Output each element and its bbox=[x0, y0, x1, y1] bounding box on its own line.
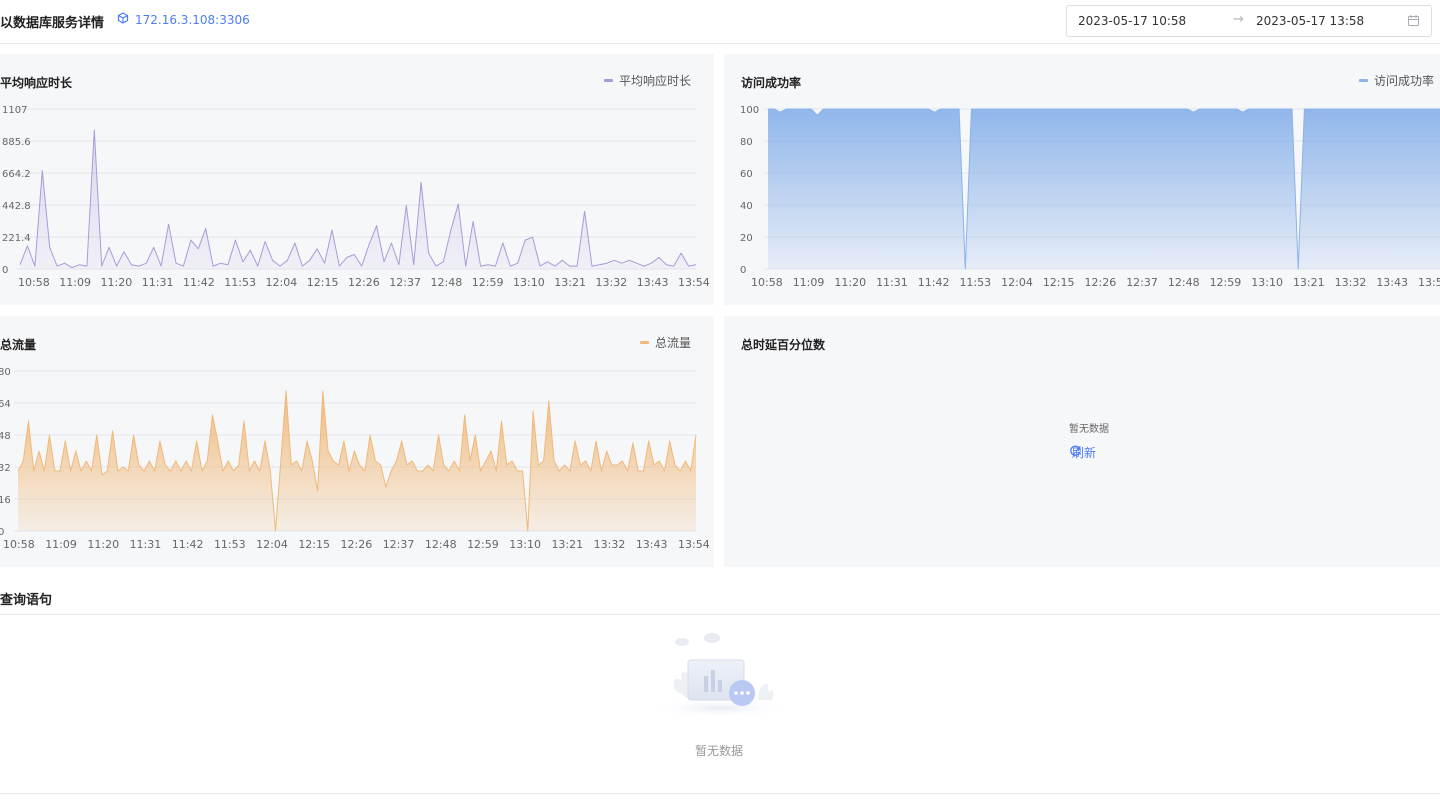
x-tick-label: 12:48 bbox=[1168, 276, 1200, 289]
y-tick-label: 40 bbox=[740, 201, 753, 212]
x-tick-label: 12:15 bbox=[307, 276, 339, 289]
panel-avg-response: 平均响应时长 平均响应时长 1107 885.6 664.2 442.8 221.4 0 1… bbox=[0, 54, 714, 305]
x-tick-label: 11:20 bbox=[101, 276, 133, 289]
x-tick-label: 13:10 bbox=[1251, 276, 1283, 289]
y-tick-label: 64 bbox=[0, 399, 11, 410]
y-tick-label: 0 bbox=[2, 265, 8, 276]
y-tick-label: 32 bbox=[0, 463, 11, 474]
y-tick-label: 48 bbox=[0, 431, 11, 442]
x-tick-label: 13:32 bbox=[1335, 276, 1367, 289]
arrow-right-icon: → bbox=[1233, 12, 1244, 27]
x-tick-label: 12:04 bbox=[256, 538, 288, 551]
x-tick-label: 13:54 bbox=[1418, 276, 1440, 289]
x-tick-label: 11:42 bbox=[172, 538, 204, 551]
y-tick-label: 80 bbox=[740, 137, 753, 148]
calendar-icon[interactable] bbox=[1407, 14, 1420, 30]
host-link[interactable]: 172.16.3.108:3306 bbox=[117, 12, 250, 27]
empty-state-text: 暂无数据 bbox=[695, 744, 744, 758]
series-area bbox=[20, 130, 696, 269]
empty-state-text: 暂无数据 bbox=[1069, 424, 1109, 435]
x-tick-label: 13:43 bbox=[1376, 276, 1408, 289]
x-tick-label: 11:31 bbox=[876, 276, 908, 289]
x-tick-label: 11:20 bbox=[834, 276, 866, 289]
x-tick-label: 10:58 bbox=[3, 538, 35, 551]
x-tick-label: 13:43 bbox=[637, 276, 669, 289]
x-tick-label: 13:21 bbox=[1293, 276, 1325, 289]
panel-traffic: 总流量 总流量 80 64 48 32 16 0 10:58 11:09 11:20 11:31 1… bbox=[0, 316, 714, 567]
x-tick-label: 12:04 bbox=[1001, 276, 1033, 289]
empty-box-icon bbox=[640, 630, 800, 724]
x-tick-label: 10:58 bbox=[18, 276, 50, 289]
x-tick-label: 13:10 bbox=[513, 276, 545, 289]
divider bbox=[0, 793, 1440, 794]
section-title: 查询语句 bbox=[0, 593, 53, 608]
avg-response-chart: 1107 885.6 664.2 442.8 221.4 0 10:58 11:09 11:20… bbox=[2, 105, 710, 289]
divider bbox=[0, 614, 1440, 615]
x-tick-label: 12:37 bbox=[389, 276, 421, 289]
x-tick-label: 12:26 bbox=[1085, 276, 1117, 289]
success-rate-chart: 100 80 60 40 20 0 10:58 11:09 11:20 11:31 11:42 11:… bbox=[740, 105, 1440, 289]
x-tick-label: 12:37 bbox=[1126, 276, 1158, 289]
x-tick-label: 11:42 bbox=[918, 276, 950, 289]
x-tick-label: 13:54 bbox=[678, 276, 710, 289]
x-tick-label: 11:53 bbox=[214, 538, 246, 551]
x-tick-label: 13:32 bbox=[596, 276, 628, 289]
x-tick-label: 12:15 bbox=[1043, 276, 1075, 289]
x-tick-label: 12:59 bbox=[472, 276, 504, 289]
x-tick-label: 13:21 bbox=[554, 276, 586, 289]
y-tick-label: 442.8 bbox=[2, 201, 31, 212]
x-tick-label: 12:15 bbox=[298, 538, 330, 551]
x-tick-label: 12:48 bbox=[425, 538, 457, 551]
y-tick-label: 16 bbox=[0, 495, 11, 506]
y-tick-label: 80 bbox=[0, 367, 11, 378]
x-tick-label: 10:58 bbox=[751, 276, 783, 289]
x-tick-label: 11:53 bbox=[224, 276, 256, 289]
x-tick-label: 12:26 bbox=[341, 538, 373, 551]
x-tick-label: 11:09 bbox=[59, 276, 91, 289]
series-line[interactable] bbox=[19, 129, 697, 269]
page-title: 以数据库服务详情 bbox=[0, 16, 105, 31]
x-tick-label: 13:21 bbox=[551, 538, 583, 551]
series-area bbox=[768, 109, 1440, 269]
x-tick-label: 13:32 bbox=[594, 538, 626, 551]
x-tick-label: 11:53 bbox=[959, 276, 991, 289]
x-tick-label: 12:59 bbox=[1210, 276, 1242, 289]
date-end[interactable]: 2023-05-17 13:58 bbox=[1256, 14, 1364, 28]
x-tick-label: 11:42 bbox=[183, 276, 215, 289]
x-tick-label: 12:04 bbox=[266, 276, 298, 289]
refresh-button[interactable]: 刷新 bbox=[1069, 444, 1096, 461]
y-tick-label: 1107 bbox=[2, 105, 27, 116]
traffic-chart: 80 64 48 32 16 010:58 11:09 11:20 11:31 11:42 11:5… bbox=[0, 367, 710, 551]
x-tick-label: 12:37 bbox=[383, 538, 415, 551]
panel-title: 总时延百分位数 bbox=[741, 338, 826, 352]
x-tick-label: 13:54 bbox=[678, 538, 710, 551]
x-tick-label: 12:59 bbox=[467, 538, 499, 551]
y-tick-label: 20 bbox=[740, 233, 753, 244]
x-tick-label: 12:26 bbox=[348, 276, 380, 289]
database-icon bbox=[117, 12, 129, 27]
y-tick-label: 664.2 bbox=[2, 169, 31, 180]
x-tick-label: 11:31 bbox=[130, 538, 162, 551]
y-tick-label: 100 bbox=[740, 105, 759, 116]
page-header: 以数据库服务详情 172.16.3.108:3306 2023-05-17 10… bbox=[0, 0, 1440, 44]
x-tick-label: 12:48 bbox=[431, 276, 463, 289]
x-tick-label: 11:31 bbox=[142, 276, 174, 289]
x-tick-label: 13:10 bbox=[509, 538, 541, 551]
y-tick-label: 221.4 bbox=[2, 233, 31, 244]
x-tick-label: 11:20 bbox=[87, 538, 119, 551]
host-address: 172.16.3.108:3306 bbox=[135, 12, 250, 27]
y-tick-label: 0 bbox=[0, 527, 4, 538]
panel-latency-percentile: 总时延百分位数 暂无数据 刷新 bbox=[724, 316, 1440, 567]
y-tick-label: 0 bbox=[740, 265, 746, 276]
x-tick-label: 11:09 bbox=[45, 538, 77, 551]
y-tick-label: 885.6 bbox=[2, 137, 31, 148]
series-area bbox=[18, 391, 696, 531]
x-tick-label: 13:43 bbox=[636, 538, 668, 551]
date-start[interactable]: 2023-05-17 10:58 bbox=[1078, 14, 1186, 28]
date-range-picker[interactable]: 2023-05-17 10:58 → 2023-05-17 13:58 bbox=[1066, 5, 1432, 37]
y-tick-label: 60 bbox=[740, 169, 753, 180]
x-tick-label: 11:09 bbox=[793, 276, 825, 289]
panel-success-rate: 访问成功率 访问成功率 100 80 60 40 20 0 10:58 11:09 11:20 1… bbox=[724, 54, 1440, 305]
